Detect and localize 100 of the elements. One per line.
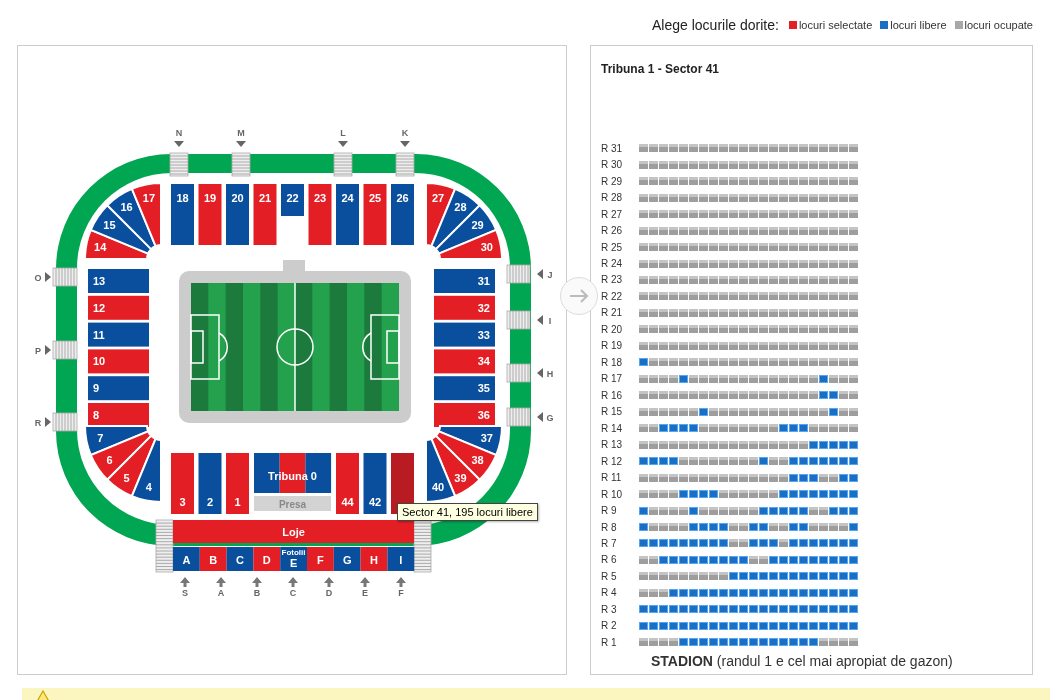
stadium-sector[interactable]: [173, 547, 200, 571]
sector-label: 19: [203, 192, 217, 204]
stairs-icon: [155, 519, 174, 573]
gate-label: F: [398, 588, 404, 598]
sector-label: 39: [454, 471, 467, 484]
row-label: R 3: [601, 603, 618, 615]
sector-label: A: [182, 554, 191, 566]
press-label: Presa: [278, 499, 307, 510]
row-label: R 6: [601, 554, 618, 566]
sector-label: 36: [477, 409, 490, 421]
arrow-up-icon: [252, 577, 262, 587]
gate-label: L: [340, 128, 346, 138]
stadium-sector[interactable]: [130, 437, 162, 503]
gate-label: I: [548, 316, 552, 326]
row-label: R 27: [601, 208, 624, 220]
row-label: R 26: [601, 225, 624, 237]
row-label: R 12: [601, 455, 624, 467]
stadium-sector[interactable]: [88, 376, 149, 401]
sector-label: 21: [258, 192, 272, 204]
sector-label: 35: [477, 382, 490, 395]
triangle-icon: [537, 269, 543, 279]
sector-label: 18: [176, 192, 189, 204]
sector-label: 9: [93, 382, 100, 395]
stadium-sector[interactable]: [88, 322, 149, 347]
stairs-icon: [506, 363, 531, 383]
row-label: R 24: [601, 258, 624, 269]
stadium-sector[interactable]: [437, 228, 503, 260]
gate-label: N: [175, 128, 183, 138]
stadium-sector[interactable]: [171, 184, 194, 245]
stairs-icon: [333, 152, 353, 177]
row-label: R 29: [601, 175, 624, 187]
legend-label: locuri ocupate: [964, 18, 1033, 31]
legend-label: locuri libere: [890, 18, 947, 31]
sector-label: 28: [454, 201, 467, 214]
row-label: R 22: [601, 290, 624, 302]
sector-label: 25: [368, 192, 382, 204]
sector-label: 42: [368, 496, 382, 508]
stadium-sector[interactable]: [253, 547, 281, 571]
stairs-icon: [231, 152, 251, 177]
sector-label: 20: [231, 192, 244, 204]
sector-label: 26: [396, 192, 409, 204]
stadium-sector[interactable]: [226, 184, 249, 245]
sector-label: 11: [93, 328, 105, 341]
stadium-sector[interactable]: [391, 184, 414, 245]
legend-prompt: Alege locurile dorite:: [652, 16, 779, 33]
stadium-sector[interactable]: [199, 547, 227, 571]
sector-label: 22: [286, 192, 299, 204]
row-label: R 16: [601, 389, 624, 401]
gate-label: C: [289, 588, 297, 598]
row-label: R 25: [601, 241, 624, 253]
row-label: R 2: [601, 620, 618, 632]
sector-label: 24: [341, 192, 354, 204]
row-label: R 13: [601, 439, 624, 451]
stadium-sector[interactable]: [281, 184, 304, 216]
stadium-sector[interactable]: [226, 547, 254, 571]
stadium-sector[interactable]: [333, 547, 361, 571]
sector-label: 27: [431, 192, 445, 205]
triangle-icon: [45, 345, 51, 355]
row-label: R 31: [601, 142, 624, 154]
row-label: R 30: [601, 159, 624, 171]
row-label: R 4: [601, 587, 618, 599]
triangle-icon: [174, 141, 184, 147]
row-label: R 17: [601, 373, 624, 385]
sector-label: F: [317, 554, 324, 566]
arrow-up-icon: [288, 577, 298, 587]
row-label: R 20: [601, 323, 624, 335]
stadium-sector[interactable]: [88, 269, 149, 293]
sector-label: 40: [431, 480, 445, 493]
stairs-icon: [506, 310, 531, 330]
stadium-sector[interactable]: [434, 269, 495, 293]
sector-label: 14: [94, 240, 107, 253]
sector-label: D: [262, 554, 271, 566]
sector-label: 13: [93, 275, 106, 287]
triangle-icon: [537, 315, 543, 325]
row-label: R 23: [601, 274, 624, 286]
gate-label: A: [217, 588, 225, 598]
sector-label: 4: [145, 480, 152, 493]
stadium-sector[interactable]: [434, 376, 495, 401]
stadium-sector[interactable]: [363, 453, 387, 514]
stadium-sector[interactable]: [280, 547, 307, 571]
arrow-up-icon: [180, 577, 190, 587]
stadium-sector[interactable]: [387, 547, 415, 571]
stadium-sector[interactable]: [336, 184, 359, 245]
stadium-sector[interactable]: [307, 547, 334, 571]
sector-label: 6: [106, 454, 113, 467]
row-label: R 10: [601, 488, 624, 500]
stadium-sector[interactable]: [434, 403, 495, 427]
arrow-up-icon: [216, 577, 226, 587]
stadium-sector[interactable]: [360, 547, 388, 571]
sector-label: 37: [480, 432, 493, 445]
sector-label: E: [289, 557, 298, 569]
stadium-sector[interactable]: [434, 322, 495, 347]
stairs-icon: [169, 152, 189, 177]
stadium-sector[interactable]: [88, 403, 149, 427]
seat-map-title: Tribuna 1 - Sector 41: [601, 62, 721, 78]
gate-label: O: [34, 273, 42, 283]
sector-label: 34: [477, 355, 490, 368]
row-label: R 19: [601, 340, 624, 352]
sector-label: G: [342, 554, 352, 566]
stairs-icon: [506, 264, 531, 284]
